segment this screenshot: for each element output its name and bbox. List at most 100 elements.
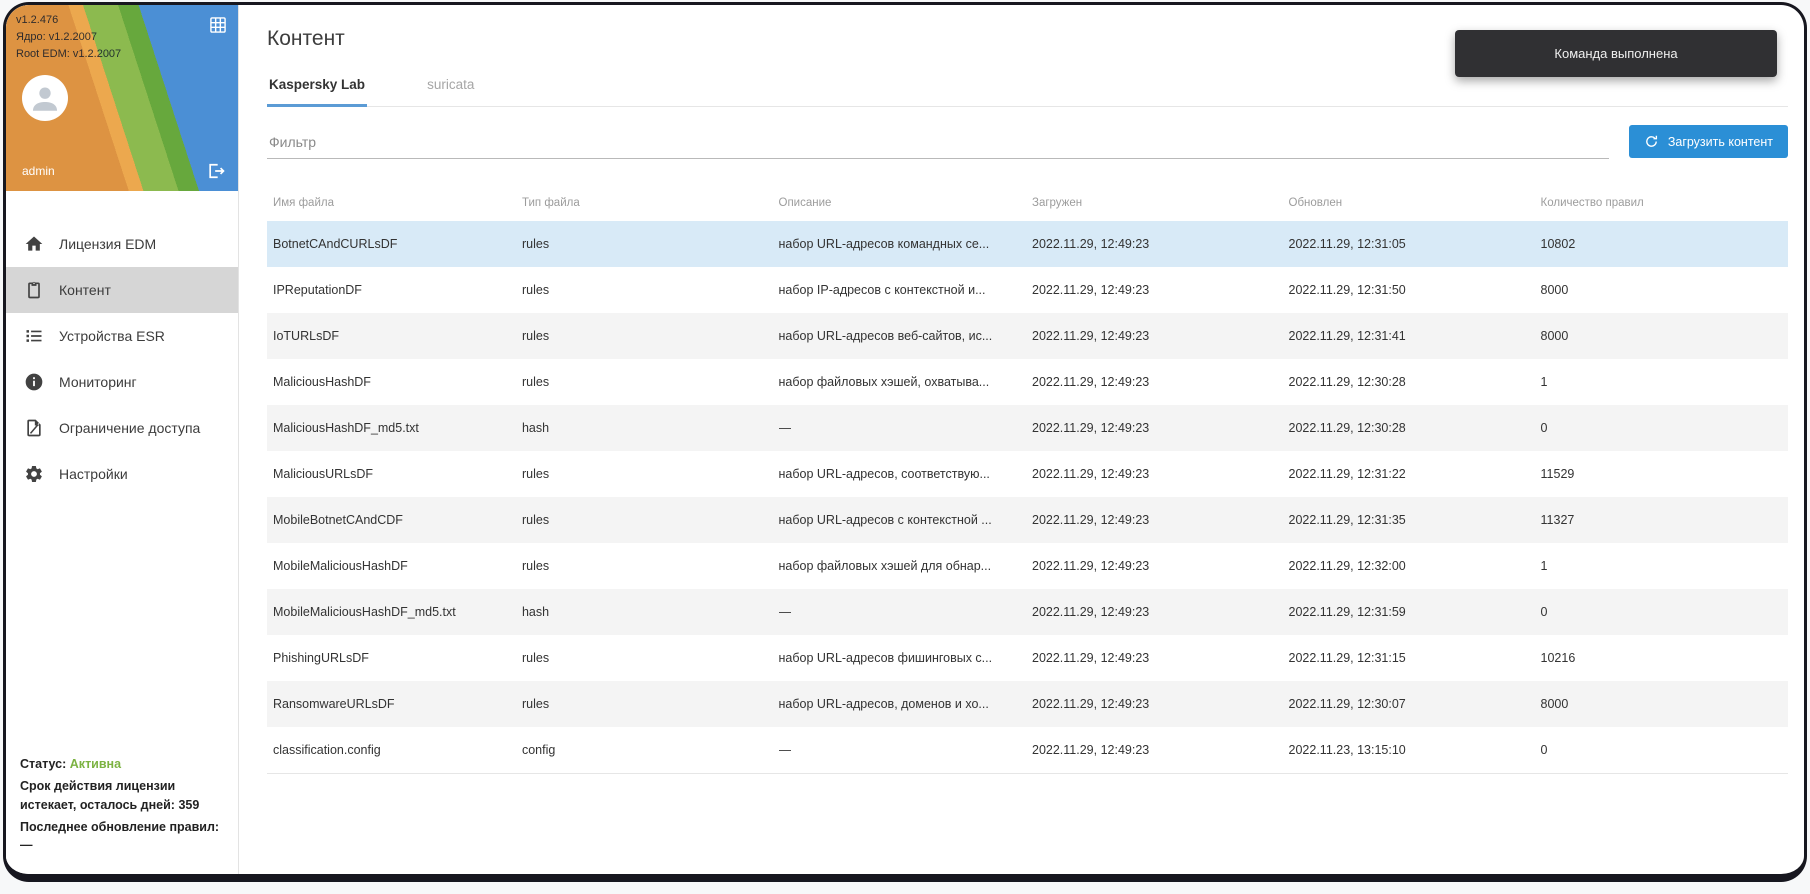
cell-loaded: 2022.11.29, 12:49:23	[1032, 421, 1289, 435]
cell-file-name: classification.config	[273, 743, 522, 757]
cell-file-name: MobileMaliciousHashDF	[273, 559, 522, 573]
cell-rule-count: 11327	[1541, 513, 1782, 527]
cell-file-type: hash	[522, 605, 779, 619]
table-row[interactable]: MobileMaliciousHashDF_md5.txt hash — 202…	[267, 589, 1788, 635]
cell-file-type: rules	[522, 329, 779, 343]
cell-updated: 2022.11.29, 12:31:05	[1289, 237, 1541, 251]
cell-rule-count: 8000	[1541, 697, 1782, 711]
cell-updated: 2022.11.29, 12:31:50	[1289, 283, 1541, 297]
cell-loaded: 2022.11.29, 12:49:23	[1032, 559, 1289, 573]
filter-input[interactable]	[267, 126, 1609, 159]
table-row[interactable]: MobileBotnetCAndCDF rules набор URL-адре…	[267, 497, 1788, 543]
refresh-icon	[1644, 134, 1659, 149]
cell-updated: 2022.11.29, 12:31:59	[1289, 605, 1541, 619]
sidebar: v1.2.476 Ядро: v1.2.2007 Root EDM: v1.2.…	[6, 5, 239, 874]
sidebar-item-label: Устройства ESR	[59, 328, 165, 344]
status-line: Статус: Активна	[20, 755, 230, 774]
sidebar-nav: Лицензия EDM Контент Устройства ESR Мони…	[6, 191, 238, 497]
tab-label: suricata	[427, 77, 474, 92]
cell-updated: 2022.11.29, 12:31:22	[1289, 467, 1541, 481]
app-version: v1.2.476	[16, 12, 121, 29]
cell-description: набор URL-адресов командных се...	[779, 237, 1033, 251]
tab-bar: Kaspersky Lab suricata	[267, 77, 1788, 107]
cell-file-name: MobileBotnetCAndCDF	[273, 513, 522, 527]
toast-text: Команда выполнена	[1554, 46, 1677, 61]
sidebar-item-label: Контент	[59, 282, 111, 298]
sidebar-item-label: Лицензия EDM	[59, 236, 156, 252]
sidebar-item-monitoring[interactable]: Мониторинг	[6, 359, 238, 405]
sidebar-item-content[interactable]: Контент	[6, 267, 238, 313]
grid-icon[interactable]	[208, 15, 228, 35]
cell-file-type: rules	[522, 467, 779, 481]
license-status-block: Статус: Активна Срок действия лицензии и…	[20, 755, 230, 858]
avatar	[22, 75, 68, 121]
col-header-description: Описание	[779, 197, 1033, 209]
toast-notification: Команда выполнена	[1455, 30, 1777, 77]
username: admin	[22, 164, 55, 178]
cell-file-type: rules	[522, 237, 779, 251]
tab-kaspersky-lab[interactable]: Kaspersky Lab	[267, 77, 367, 107]
app-window: v1.2.476 Ядро: v1.2.2007 Root EDM: v1.2.…	[3, 2, 1807, 882]
cell-rule-count: 0	[1541, 605, 1782, 619]
col-header-updated: Обновлен	[1289, 197, 1541, 209]
table-row[interactable]: MaliciousURLsDF rules набор URL-адресов,…	[267, 451, 1788, 497]
info-icon	[24, 372, 44, 392]
cell-loaded: 2022.11.29, 12:49:23	[1032, 697, 1289, 711]
table-row[interactable]: IPReputationDF rules набор IP-адресов с …	[267, 267, 1788, 313]
main-content: Контент Kaspersky Lab suricata Загрузить…	[239, 5, 1804, 874]
cell-description: —	[779, 421, 1033, 435]
table-row[interactable]: BotnetCAndCURLsDF rules набор URL-адресо…	[267, 221, 1788, 267]
table-row[interactable]: classification.config config — 2022.11.2…	[267, 727, 1788, 773]
cell-rule-count: 8000	[1541, 283, 1782, 297]
cell-file-type: rules	[522, 651, 779, 665]
sidebar-item-label: Настройки	[59, 466, 128, 482]
cell-file-type: rules	[522, 283, 779, 297]
table-row[interactable]: RansomwareURLsDF rules набор URL-адресов…	[267, 681, 1788, 727]
access-restriction-icon	[24, 418, 44, 438]
cell-updated: 2022.11.23, 13:15:10	[1289, 743, 1541, 757]
list-icon	[24, 326, 44, 346]
cell-description: набор файловых хэшей, охватыва...	[779, 375, 1033, 389]
cell-description: набор IP-адресов с контекстной и...	[779, 283, 1033, 297]
cell-file-type: hash	[522, 421, 779, 435]
license-expiry-text: Срок действия лицензии истекает, осталос…	[20, 777, 230, 815]
cell-file-name: IPReputationDF	[273, 283, 522, 297]
sidebar-item-label: Мониторинг	[59, 374, 137, 390]
sidebar-item-license-edm[interactable]: Лицензия EDM	[6, 221, 238, 267]
cell-updated: 2022.11.29, 12:31:15	[1289, 651, 1541, 665]
tab-suricata[interactable]: suricata	[425, 77, 476, 107]
status-label: Статус:	[20, 757, 66, 771]
cell-description: набор URL-адресов веб-сайтов, ис...	[779, 329, 1033, 343]
cell-rule-count: 1	[1541, 375, 1782, 389]
cell-loaded: 2022.11.29, 12:49:23	[1032, 237, 1289, 251]
cell-rule-count: 1	[1541, 559, 1782, 573]
table-row[interactable]: MaliciousHashDF_md5.txt hash — 2022.11.2…	[267, 405, 1788, 451]
cell-file-name: MaliciousURLsDF	[273, 467, 522, 481]
cell-rule-count: 0	[1541, 743, 1782, 757]
cell-description: набор URL-адресов фишинговых с...	[779, 651, 1033, 665]
home-icon	[24, 234, 44, 254]
sidebar-item-label: Ограничение доступа	[59, 420, 200, 436]
table-row[interactable]: IoTURLsDF rules набор URL-адресов веб-са…	[267, 313, 1788, 359]
sidebar-item-devices-esr[interactable]: Устройства ESR	[6, 313, 238, 359]
sidebar-item-access-restriction[interactable]: Ограничение доступа	[6, 405, 238, 451]
status-value: Активна	[70, 757, 121, 771]
user-row: admin	[22, 161, 226, 181]
cell-description: —	[779, 743, 1033, 757]
table-header: Имя файла Тип файла Описание Загружен Об…	[267, 189, 1788, 221]
clipboard-icon	[24, 280, 44, 300]
cell-loaded: 2022.11.29, 12:49:23	[1032, 513, 1289, 527]
sidebar-item-settings[interactable]: Настройки	[6, 451, 238, 497]
load-content-button[interactable]: Загрузить контент	[1629, 125, 1788, 158]
last-update-text: Последнее обновление правил: —	[20, 818, 230, 856]
person-icon	[28, 81, 62, 115]
table-row[interactable]: PhishingURLsDF rules набор URL-адресов ф…	[267, 635, 1788, 681]
cell-loaded: 2022.11.29, 12:49:23	[1032, 375, 1289, 389]
table-row[interactable]: MobileMaliciousHashDF rules набор файлов…	[267, 543, 1788, 589]
cell-rule-count: 0	[1541, 421, 1782, 435]
col-header-loaded: Загружен	[1032, 197, 1289, 209]
logout-icon[interactable]	[206, 161, 226, 181]
col-header-file-name: Имя файла	[273, 197, 522, 209]
cell-updated: 2022.11.29, 12:30:07	[1289, 697, 1541, 711]
table-row[interactable]: MaliciousHashDF rules набор файловых хэш…	[267, 359, 1788, 405]
